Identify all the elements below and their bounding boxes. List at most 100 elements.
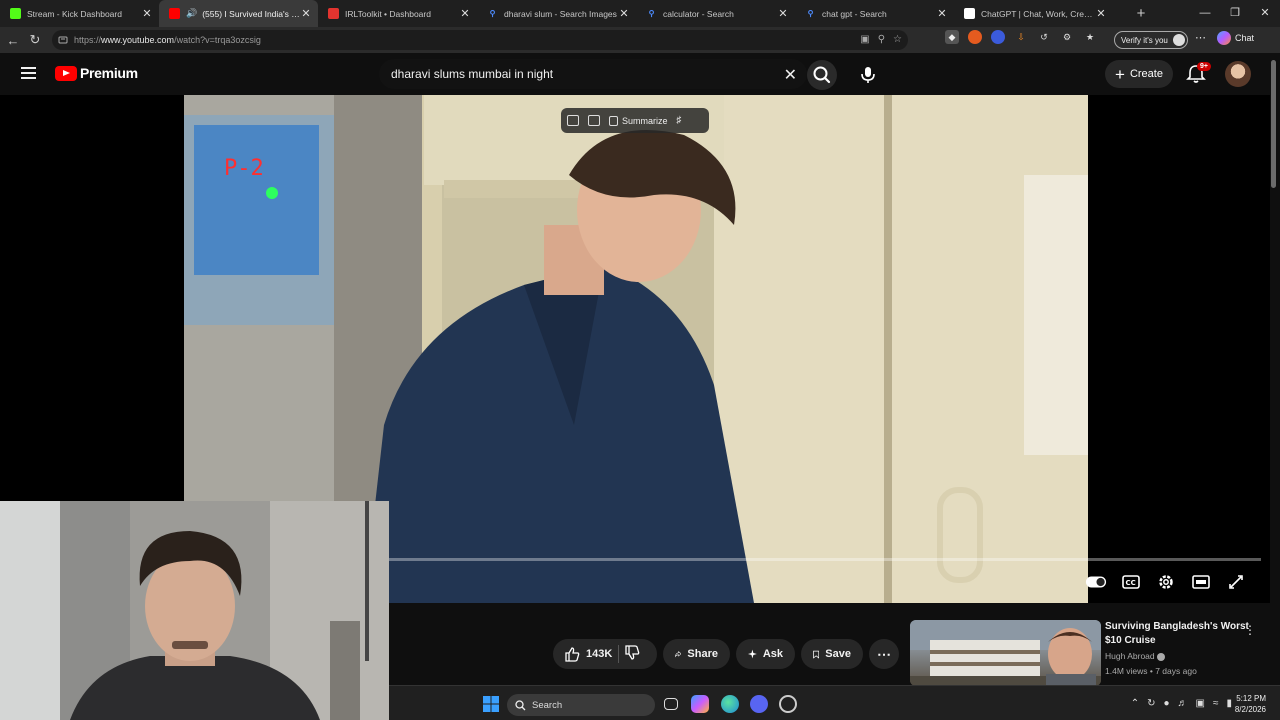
dislike-button[interactable]	[625, 645, 640, 663]
browser-menu-icon[interactable]: ⋯	[1195, 31, 1206, 44]
youtube-premium-logo[interactable]: Premium	[55, 65, 138, 81]
recommended-menu-icon[interactable]: ⋮	[1244, 623, 1256, 637]
new-tab-button[interactable]: +	[1133, 5, 1149, 22]
menu-icon[interactable]	[21, 67, 36, 79]
kick-icon	[10, 8, 21, 19]
recommended-channel[interactable]: Hugh Abroad	[1105, 651, 1165, 661]
ask-button[interactable]: Ask	[736, 639, 795, 669]
clear-search-icon[interactable]: ✕	[784, 65, 797, 85]
more-actions-button[interactable]: ⋯	[869, 639, 899, 669]
share-button[interactable]: Share	[663, 639, 730, 669]
theater-icon	[1192, 575, 1210, 589]
player-controls: CC	[1085, 570, 1255, 594]
refresh-extension-icon[interactable]: ↺	[1037, 30, 1051, 44]
browser-toolbar: ← ↻ https://www.youtube.com/watch?v=trqa…	[0, 27, 1280, 53]
taskbar-search[interactable]: Search	[507, 694, 655, 716]
network-icon[interactable]: ▣	[1196, 698, 1205, 709]
copilot-taskbar-icon[interactable]	[691, 695, 709, 713]
chrome-icon[interactable]	[779, 695, 797, 713]
closed-captions-icon: CC	[1122, 575, 1140, 589]
speaker-icon[interactable]: ♬	[1178, 698, 1188, 709]
voice-search-button[interactable]	[852, 59, 884, 91]
windows-start-icon[interactable]	[483, 696, 499, 712]
bookmark-star-icon[interactable]: ☆	[893, 34, 902, 45]
recommended-title[interactable]: Surviving Bangladesh's Worst $10 Cruise	[1105, 620, 1255, 648]
address-bar[interactable]: https://www.youtube.com/watch?v=trqa3ozc…	[52, 30, 908, 50]
webcam-overlay	[0, 501, 389, 720]
show-hidden-icons[interactable]: ⌃	[1131, 698, 1139, 709]
copilot-icon	[1217, 31, 1231, 45]
recommended-thumbnail[interactable]	[910, 620, 1101, 686]
close-tab-icon[interactable]: ✕	[777, 7, 789, 20]
fullscreen-button[interactable]	[1225, 572, 1247, 592]
close-tab-icon[interactable]: ✕	[936, 7, 948, 20]
orange-extension-icon[interactable]	[968, 30, 982, 44]
like-button[interactable]: 143K	[565, 646, 612, 662]
webcam-feed-image	[0, 501, 389, 720]
search-icon: ⚲	[648, 9, 655, 18]
theater-mode-button[interactable]	[1190, 572, 1212, 592]
translate-icon[interactable]: ♯	[677, 115, 682, 126]
save-button[interactable]: Save	[801, 639, 863, 669]
search-button[interactable]	[807, 60, 837, 90]
zoom-icon[interactable]: ⚲	[878, 34, 885, 45]
browser-tab[interactable]: IRLToolkit • Dashboard ✕	[318, 0, 477, 27]
close-tab-icon[interactable]: ✕	[618, 7, 630, 20]
close-tab-icon[interactable]: ✕	[300, 7, 312, 20]
settings-button[interactable]	[1155, 572, 1177, 592]
autoplay-toggle[interactable]	[1085, 572, 1107, 592]
browser-tab[interactable]: Stream - Kick Dashboard ✕	[0, 0, 159, 27]
back-button[interactable]: ←	[2, 33, 24, 48]
verified-check-icon	[1157, 652, 1165, 661]
reload-button[interactable]: ↻	[24, 32, 46, 48]
close-tab-icon[interactable]: ✕	[1095, 7, 1107, 20]
verify-profile-button[interactable]: Verify it's you	[1114, 31, 1188, 49]
plus-icon: +	[1115, 64, 1125, 84]
search-icon: ⚲	[489, 9, 496, 18]
blue-extension-icon[interactable]	[991, 30, 1005, 44]
system-clock[interactable]: 5:12 PM 8/2/2026	[1235, 693, 1266, 715]
copilot-chat-button[interactable]: Chat	[1217, 31, 1254, 45]
browser-tab[interactable]: ⚲ chat gpt - Search ✕	[795, 0, 954, 27]
search-icon	[515, 699, 526, 710]
wifi-icon[interactable]: ≈	[1213, 698, 1219, 709]
site-info-icon[interactable]	[58, 35, 68, 45]
audio-playing-icon[interactable]: 🔊	[186, 8, 197, 19]
browser-tab[interactable]: ⚲ dharavi slum - Search Images ✕	[477, 0, 636, 27]
minimize-button[interactable]: —	[1190, 0, 1220, 27]
chatgpt-icon	[964, 8, 975, 19]
discord-icon[interactable]	[750, 695, 768, 713]
download-icon[interactable]: ⇩	[1014, 30, 1028, 44]
browser-tab[interactable]: 🔊 (555) I Survived India's Brutal✕	[159, 0, 318, 27]
puzzle-extensions-icon[interactable]: ⚙	[1060, 30, 1074, 44]
sync-icon[interactable]: ↻	[1147, 698, 1155, 709]
summarize-button[interactable]: Summarize	[609, 115, 668, 126]
summarize-icon	[609, 115, 618, 126]
microphone-icon	[861, 67, 875, 83]
page-scrollbar[interactable]	[1271, 60, 1276, 188]
captions-button[interactable]: CC	[1120, 572, 1142, 592]
like-divider	[618, 645, 620, 663]
close-tab-icon[interactable]: ✕	[141, 7, 153, 20]
recommended-video[interactable]: Surviving Bangladesh's Worst $10 Cruise …	[910, 620, 1260, 686]
video-progress-bar[interactable]	[389, 558, 1261, 561]
search-icon: ⚲	[807, 9, 814, 18]
like-dislike-group: 143K	[553, 639, 657, 669]
close-window-button[interactable]: ✕	[1250, 0, 1280, 27]
microphone-tray-icon[interactable]: ●	[1163, 698, 1169, 709]
task-view-icon[interactable]	[664, 698, 678, 710]
install-app-icon[interactable]: ▣	[860, 34, 869, 45]
close-tab-icon[interactable]: ✕	[459, 7, 471, 20]
browser-tab[interactable]: ChatGPT | Chat, Work, Create & Co✕	[954, 0, 1113, 27]
search-input[interactable]: dharavi slums mumbai in night ✕	[379, 59, 807, 89]
favorites-icon[interactable]: ★	[1083, 30, 1097, 44]
picture-in-picture-icon[interactable]	[567, 115, 579, 126]
account-avatar[interactable]	[1225, 61, 1251, 87]
maximize-button[interactable]: ❐	[1220, 0, 1250, 27]
shield-extension-icon[interactable]: ◆	[945, 30, 959, 44]
screenshot-icon[interactable]	[588, 115, 600, 126]
edge-browser-icon[interactable]	[721, 695, 739, 713]
browser-tab[interactable]: ⚲ calculator - Search ✕	[636, 0, 795, 27]
create-button[interactable]: + Create	[1105, 60, 1173, 88]
battery-icon[interactable]: ▮	[1226, 698, 1232, 709]
